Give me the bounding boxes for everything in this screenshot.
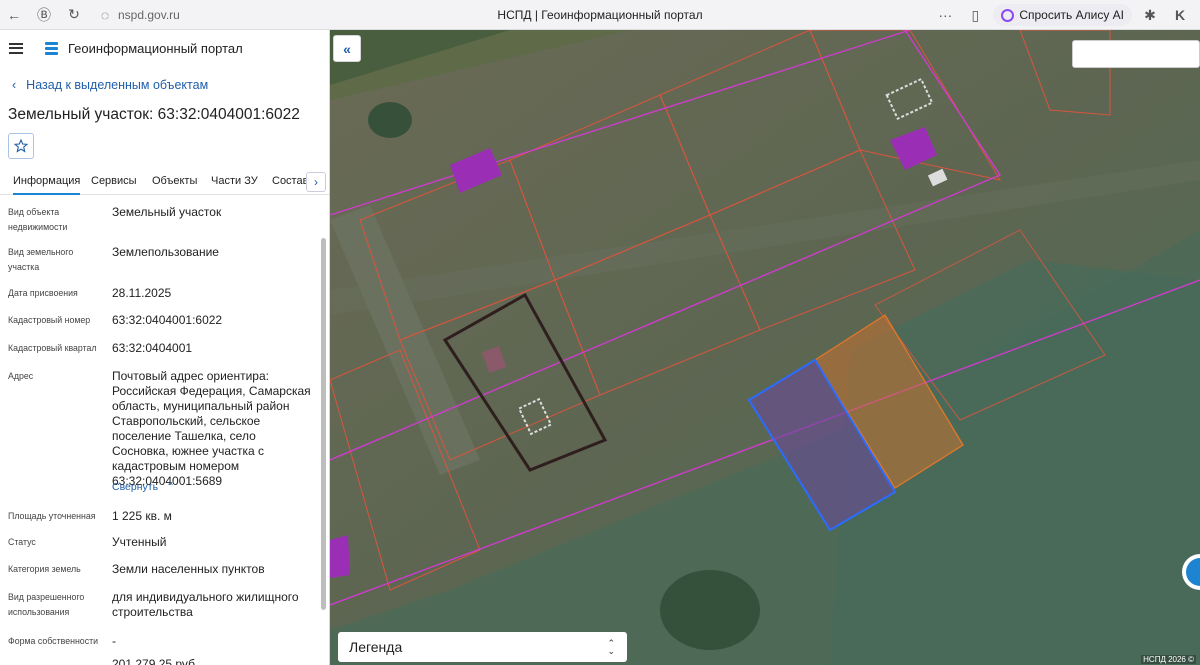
back-to-selected-link[interactable]: ‹ Назад к выделенным объектам (12, 78, 329, 92)
tab-composition[interactable]: Состав (272, 175, 308, 187)
property-value: Учтенный (112, 535, 167, 549)
property-value: для индивидуального жилищного строительс… (112, 590, 299, 619)
info-tabs: Информация Сервисы Объекты Части ЗУ Сост… (0, 170, 329, 195)
protect-icon[interactable]: Ⓑ (32, 3, 56, 27)
site-info-icon[interactable]: ◌ (98, 3, 112, 27)
ask-alisa-label: Спросить Алису AI (1019, 8, 1124, 22)
kinopoisk-icon[interactable]: K (1168, 3, 1192, 27)
property-label: Вид объекта недвижимости (8, 207, 68, 232)
collapse-address-link[interactable]: Свернуть ⌃ (112, 481, 175, 493)
chevron-updown-icon: ⌃ ⌄ (607, 638, 615, 656)
favorite-button[interactable] (8, 133, 34, 159)
property-label: Вид разрешенного использования (8, 592, 85, 617)
tab-info[interactable]: Информация (13, 175, 81, 195)
map-search-input[interactable] (1072, 40, 1200, 68)
portal-logo-icon (45, 40, 59, 56)
alisa-icon (1001, 8, 1015, 22)
map-canvas[interactable] (330, 30, 1200, 665)
tab-objects[interactable]: Объекты (152, 175, 197, 187)
chevron-left-icon: ‹ (12, 78, 17, 92)
property-label: Кадастровый номер (8, 315, 91, 325)
map-view[interactable]: « Легенда ⌃ ⌄ НСПД 2026 © (330, 30, 1200, 665)
tabs-next-button[interactable]: › (306, 172, 326, 192)
back-arrow-icon[interactable]: ← (2, 3, 26, 27)
property-value: 63:32:0404001 (112, 341, 193, 355)
property-value: 1 225 кв. м (112, 509, 172, 523)
property-label: Кадастровый квартал (8, 343, 97, 353)
property-label: Площадь уточненная (8, 511, 96, 521)
property-label: Адрес (8, 371, 34, 381)
bookmark-icon[interactable]: ▯ (963, 3, 987, 27)
property-label: Форма собственности (8, 636, 99, 646)
tab-services[interactable]: Сервисы (91, 175, 137, 187)
ask-alisa-button[interactable]: Спросить Алису AI (993, 4, 1132, 26)
tab-land-parts[interactable]: Части ЗУ (211, 175, 258, 187)
property-value: Землепользование (112, 245, 219, 259)
legend-select[interactable]: Легенда ⌃ ⌄ (338, 632, 627, 662)
app-header: Геоинформационный портал (0, 30, 329, 66)
page-title: Земельный участок: 63:32:0404001:6022 (8, 106, 300, 123)
property-value: 28.11.2025 (112, 286, 172, 300)
star-icon (14, 139, 28, 153)
reload-icon[interactable]: ↻ (62, 3, 86, 27)
back-link-label: Назад к выделенным объектам (26, 78, 209, 92)
property-value: Почтовый адрес ориентира: Российская Фед… (112, 369, 311, 488)
collapse-panel-button[interactable]: « (333, 35, 361, 62)
extension-icon[interactable]: ✱ (1138, 3, 1162, 27)
object-info-panel: Геоинформационный портал ‹ Назад к выдел… (0, 30, 330, 665)
property-value: - (112, 634, 116, 648)
panel-scrollbar[interactable] (321, 238, 326, 610)
menu-icon[interactable] (9, 42, 23, 54)
property-value: Земли населенных пунктов (112, 562, 265, 576)
property-label: Дата присвоения (8, 288, 78, 298)
app-name: Геоинформационный портал (68, 40, 243, 56)
collapse-label: Свернуть (112, 481, 159, 493)
chevron-up-icon: ⌃ (166, 481, 175, 493)
more-icon[interactable]: ··· (933, 3, 957, 27)
property-value: 201 279,25 руб. (112, 657, 199, 665)
property-value: 63:32:0404001:6022 (112, 313, 223, 327)
property-value: Земельный участок (112, 205, 222, 219)
property-label: Вид земельного участка (8, 247, 74, 272)
address-bar[interactable]: nspd.gov.ru (118, 8, 180, 22)
legend-label: Легенда (349, 639, 403, 655)
map-copyright: НСПД 2026 © (1141, 655, 1196, 664)
browser-toolbar: ← Ⓑ ↻ ◌ nspd.gov.ru НСПД | Геоинформацио… (0, 0, 1200, 30)
property-label: Категория земель (8, 564, 81, 574)
property-label: Статус (8, 537, 36, 547)
